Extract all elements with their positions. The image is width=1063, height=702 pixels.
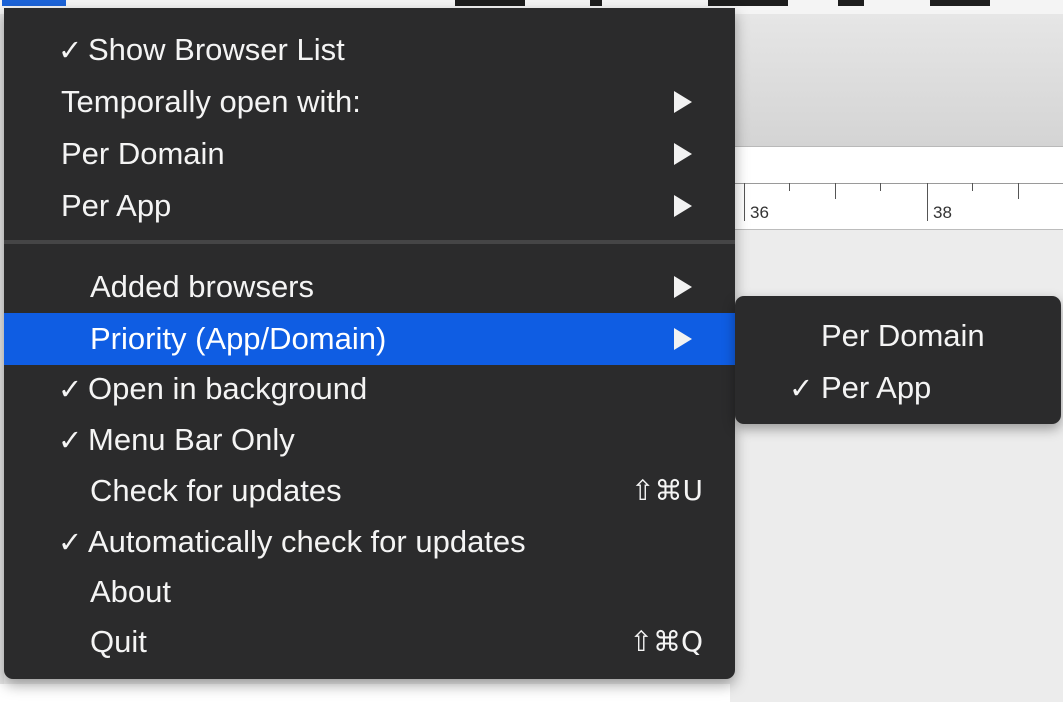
menu-item-label: Added browsers [90, 269, 315, 304]
menu-item-per-domain[interactable]: Per Domain [4, 128, 735, 180]
menu-item-label: Per Domain [61, 136, 225, 171]
menu-separator [4, 240, 735, 244]
ruler-baseline [730, 183, 1063, 184]
menu-item-per-app[interactable]: Per App [4, 180, 735, 232]
ruler-tick [972, 183, 973, 191]
menu-item-open-in-background[interactable]: ✓ Open in background [4, 363, 735, 415]
menu-item-label: Automatically check for updates [88, 524, 526, 559]
menu-item-about[interactable]: About [4, 566, 735, 618]
menu-item-show-browser-list[interactable]: ✓ Show Browser List [4, 24, 735, 76]
ruler[interactable]: 36 38 [730, 147, 1063, 230]
submenu-arrow-icon [674, 276, 692, 298]
ruler-tick [880, 183, 881, 191]
ruler-tick [744, 183, 745, 221]
menu-item-priority-app-domain[interactable]: Priority (App/Domain) [4, 313, 735, 365]
submenu-arrow-icon [674, 91, 692, 113]
window-bottom [0, 684, 730, 702]
checkmark-icon: ✓ [789, 371, 814, 405]
menu-item-label: Open in background [88, 371, 368, 406]
menu-item-label: Menu Bar Only [88, 422, 295, 457]
submenu-item-per-domain[interactable]: Per Domain [735, 310, 1061, 362]
checkmark-icon: ✓ [58, 423, 83, 457]
checkmark-icon: ✓ [58, 525, 83, 559]
menu-item-quit[interactable]: Quit ⇧⌘Q [4, 616, 735, 668]
menu-item-label: Per App [61, 188, 172, 223]
menu-item-auto-check-updates[interactable]: ✓ Automatically check for updates [4, 516, 735, 568]
ruler-tick [789, 183, 790, 191]
ruler-label: 36 [750, 203, 769, 222]
screen: 36 38 ✓ Show Browser List Temporally ope… [0, 0, 1063, 702]
keyboard-shortcut: ⇧⌘Q [629, 625, 704, 658]
menu-item-label: About [90, 574, 172, 609]
menu-item-label: Show Browser List [88, 32, 345, 67]
menu-item-menu-bar-only[interactable]: ✓ Menu Bar Only [4, 414, 735, 466]
ruler-tick [927, 183, 928, 221]
ruler-label: 38 [933, 203, 952, 222]
submenu-arrow-icon [674, 195, 692, 217]
submenu-arrow-icon [674, 328, 692, 350]
menu-item-temporally-open-with[interactable]: Temporally open with: [4, 76, 735, 128]
ruler-tick [835, 183, 836, 199]
menubar-fragment [590, 0, 602, 6]
submenu-item-label: Per Domain [821, 318, 985, 353]
menubar-fragment [708, 0, 788, 6]
submenu-item-label: Per App [821, 370, 932, 405]
menu-item-check-for-updates[interactable]: Check for updates ⇧⌘U [4, 465, 735, 517]
menu-item-added-browsers[interactable]: Added browsers [4, 261, 735, 313]
app-toolbar [730, 14, 1063, 147]
priority-submenu: Per Domain ✓ Per App [735, 296, 1061, 424]
menubar-fragment [838, 0, 864, 6]
checkmark-icon: ✓ [58, 33, 83, 67]
checkmark-icon: ✓ [58, 372, 83, 406]
menu-item-label: Temporally open with: [61, 84, 361, 119]
menu-item-label: Priority (App/Domain) [90, 321, 387, 356]
apple-menu-highlight [2, 0, 66, 6]
submenu-arrow-icon [674, 143, 692, 165]
app-dropdown-menu: ✓ Show Browser List Temporally open with… [4, 8, 735, 679]
menubar-fragment [455, 0, 525, 6]
menu-item-label: Check for updates [90, 473, 342, 508]
ruler-tick [1018, 183, 1019, 199]
keyboard-shortcut: ⇧⌘U [631, 474, 703, 507]
menu-item-label: Quit [90, 624, 147, 659]
submenu-item-per-app[interactable]: ✓ Per App [735, 362, 1061, 414]
menubar-fragment [930, 0, 990, 6]
